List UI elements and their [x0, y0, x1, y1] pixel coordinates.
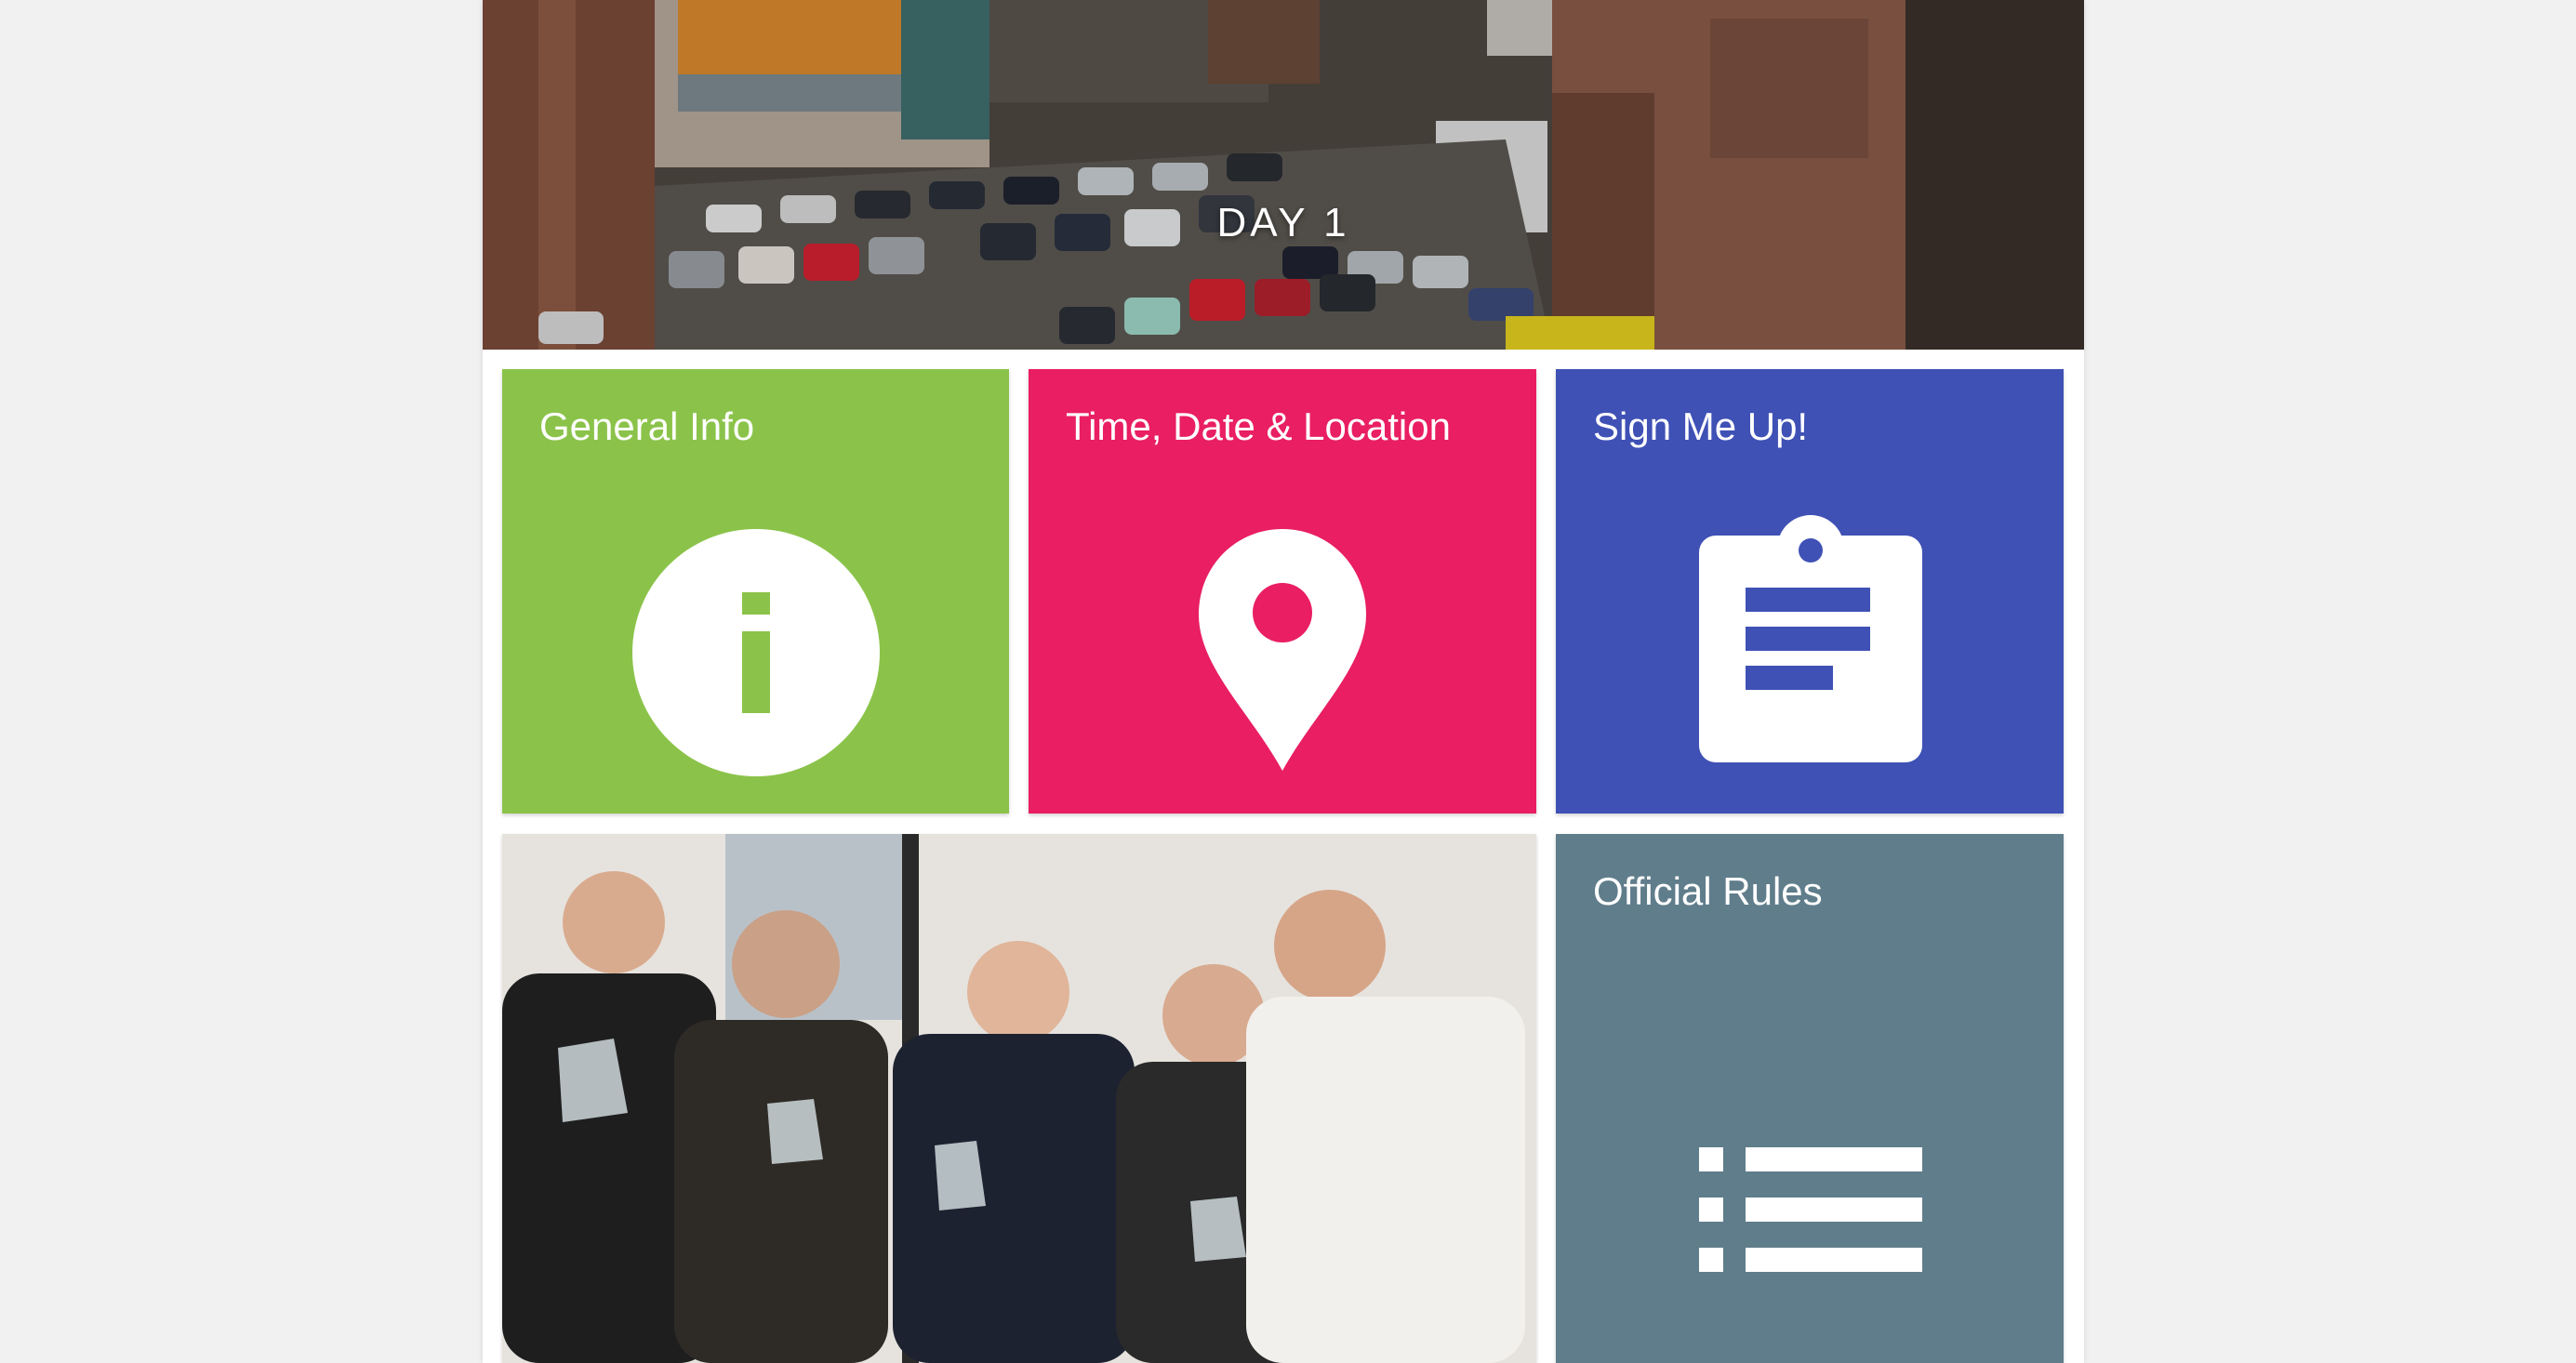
hero-title: DAY 1 [1216, 200, 1350, 245]
general-info-tile[interactable]: General Info [502, 369, 1009, 814]
list-icon [1699, 1147, 1922, 1272]
general-info-label: General Info [539, 404, 755, 448]
official-rules-label: Official Rules [1593, 869, 1823, 913]
location-pin-icon [1199, 529, 1366, 771]
info-icon [632, 529, 880, 776]
time-date-location-label: Time, Date & Location [1066, 404, 1451, 448]
content-column: DAY 1 General Info Time, Date & Location… [483, 0, 2084, 1363]
sign-me-up-tile[interactable]: Sign Me Up! [1556, 369, 2064, 814]
hero-banner[interactable]: DAY 1 [483, 0, 2084, 350]
sign-me-up-label: Sign Me Up! [1593, 404, 1809, 448]
official-rules-tile[interactable]: Official Rules [1556, 834, 2064, 1363]
team-photo [502, 834, 1536, 1363]
time-date-location-tile[interactable]: Time, Date & Location [1029, 369, 1536, 814]
parking-lot-photo [483, 0, 2084, 350]
clipboard-icon [1699, 515, 1922, 762]
team-photo-tile[interactable] [502, 834, 1536, 1363]
